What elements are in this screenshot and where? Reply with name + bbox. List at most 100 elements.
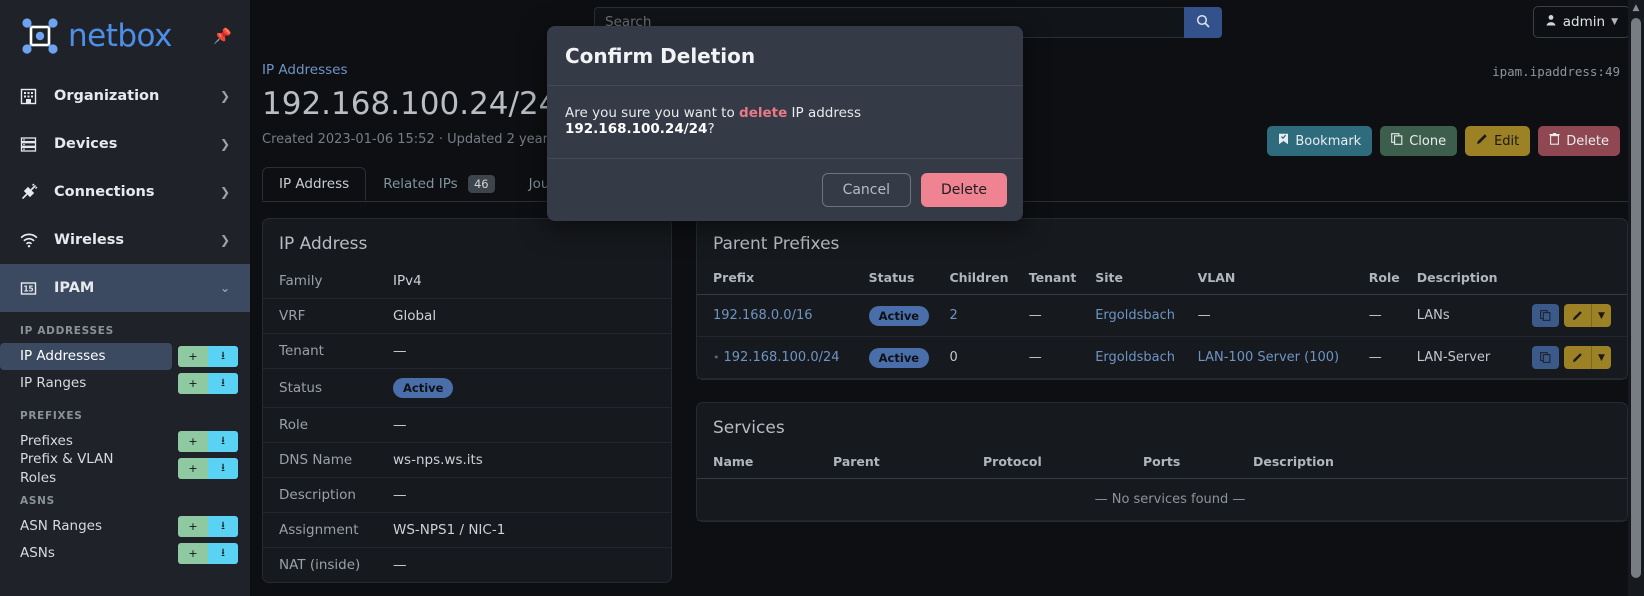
prefix-link[interactable]: 192.168.0.0/16 (713, 308, 813, 323)
field-value: — (383, 333, 671, 369)
modal-cancel-button[interactable]: Cancel (821, 173, 911, 207)
svg-text:5: 5 (28, 284, 33, 293)
assignment-link[interactable]: WS-NPS1 / NIC-1 (383, 512, 671, 548)
sidebar-item-ip-addresses[interactable]: IP Addresses (0, 343, 172, 370)
column-header-protocol[interactable]: Protocol (977, 448, 1137, 479)
plug-icon (20, 183, 42, 201)
delete-button[interactable]: Delete (1538, 126, 1620, 156)
modal-text-danger: delete (739, 105, 788, 121)
modal-header: Confirm Deletion (547, 26, 1023, 86)
sidebar-item-asns[interactable]: ASNs (0, 540, 172, 567)
clone-button[interactable]: Clone (1380, 126, 1458, 156)
field-label: Description (263, 477, 383, 513)
add-ip-range-button[interactable]: + (178, 373, 208, 394)
vlan-link[interactable]: LAN-100 Server (100) (1198, 350, 1340, 365)
cell-vlan: LAN-100 Server (100) (1191, 336, 1363, 379)
children-link[interactable]: 2 (949, 308, 957, 323)
sidebar-item-prefix-vlan-roles[interactable]: Prefix & VLAN Roles (0, 446, 172, 492)
add-ip-address-button[interactable]: + (178, 346, 208, 367)
add-asn-button[interactable]: + (178, 543, 208, 564)
column-header-children[interactable]: Children (943, 264, 1023, 295)
import-asn-button[interactable]: ⭳ (208, 543, 238, 564)
cell-status: Active (862, 294, 944, 337)
sidebar-group-organization[interactable]: Organization ❯ (0, 72, 250, 120)
row-actions-caret-down-icon[interactable]: ▼ (1591, 346, 1611, 369)
services-table: Name Parent Protocol Ports Description —… (697, 448, 1627, 521)
pin-icon[interactable]: 📌 (213, 27, 232, 45)
prefix-link[interactable]: 192.168.100.0/24 (724, 350, 840, 365)
cell-children: 2 (943, 294, 1023, 337)
tab-ip-address[interactable]: IP Address (262, 167, 367, 201)
field-label: Role (263, 407, 383, 443)
add-asn-range-button[interactable]: + (178, 516, 208, 537)
tab-related-ips[interactable]: Related IPs 46 (366, 167, 511, 201)
add-prefix-vlan-role-button[interactable]: + (178, 458, 208, 479)
field-label: Status (263, 368, 383, 408)
column-header-name[interactable]: Name (697, 448, 827, 479)
column-header-prefix[interactable]: Prefix (697, 264, 863, 295)
cell-children: 0 (943, 336, 1023, 379)
sidebar-item-asn-ranges[interactable]: ASN Ranges (0, 513, 172, 540)
modal-delete-button[interactable]: Delete (921, 173, 1007, 207)
cell-status: Active (862, 336, 944, 379)
copy-row-button[interactable] (1532, 304, 1559, 327)
sidebar-group-connections[interactable]: Connections ❯ (0, 168, 250, 216)
cell-site: Ergoldsbach (1089, 336, 1192, 379)
copy-row-button[interactable] (1532, 346, 1559, 369)
import-ip-address-button[interactable]: ⭳ (208, 346, 238, 367)
field-label: DNS Name (263, 442, 383, 478)
add-prefix-button[interactable]: + (178, 431, 208, 452)
cell-actions: ▼ (1514, 336, 1627, 379)
vertical-scrollbar[interactable]: ▲ (1628, 0, 1644, 596)
site-link[interactable]: Ergoldsbach (1095, 308, 1175, 323)
edit-row-button[interactable] (1564, 346, 1591, 369)
card-title: Parent Prefixes (713, 234, 840, 254)
sidebar-group-ipam[interactable]: 15 IPAM ⌄ (0, 264, 250, 312)
server-icon (20, 136, 42, 153)
table-empty-row: — No services found — (697, 478, 1627, 521)
field-value-wrapper: Active (383, 368, 671, 408)
sidebar-group-devices[interactable]: Devices ❯ (0, 120, 250, 168)
user-menu-button[interactable]: admin ▼ (1532, 6, 1630, 38)
tab-badge-count: 46 (467, 175, 495, 193)
column-header-parent[interactable]: Parent (827, 448, 977, 479)
search-button[interactable] (1184, 6, 1222, 38)
field-label: Tenant (263, 333, 383, 369)
sidebar-item-ip-ranges[interactable]: IP Ranges (0, 370, 172, 397)
cell-vlan: — (1191, 294, 1363, 337)
sidebar-section-title: PREFIXES (20, 410, 83, 422)
cell-description: LANs (1410, 294, 1515, 337)
parent-prefixes-table: Prefix Status Children Tenant Site VLAN … (697, 264, 1627, 379)
column-header-tenant[interactable]: Tenant (1022, 264, 1090, 295)
content-columns: IP Address Family IPv4 VRF Global Tenant… (262, 218, 1628, 583)
import-prefix-button[interactable]: ⭳ (208, 431, 238, 452)
import-asn-range-button[interactable]: ⭳ (208, 516, 238, 537)
column-header-status[interactable]: Status (862, 264, 944, 295)
scrollbar-thumb[interactable] (1631, 18, 1641, 578)
user-icon (1545, 14, 1557, 30)
site-link[interactable]: Ergoldsbach (1095, 350, 1175, 365)
column-header-role[interactable]: Role (1362, 264, 1411, 295)
row-actions-caret-down-icon[interactable]: ▼ (1591, 304, 1611, 327)
field-label: Assignment (263, 512, 383, 548)
status-badge: Active (868, 347, 930, 368)
bookmark-button[interactable]: Bookmark (1267, 126, 1373, 156)
brand-header[interactable]: netbox 📌 (0, 0, 250, 72)
import-ip-range-button[interactable]: ⭳ (208, 373, 238, 394)
sidebar-row: Prefix & VLAN Roles + ⭳ (0, 451, 250, 486)
tab-label: Related IPs (383, 176, 458, 192)
table-row: Status Active (263, 368, 671, 408)
column-header-description[interactable]: Description (1410, 264, 1515, 295)
cell-actions: ▼ (1514, 294, 1627, 337)
import-prefix-vlan-role-button[interactable]: ⭳ (208, 458, 238, 479)
right-column: Parent Prefixes Prefix Status Children T… (696, 218, 1628, 583)
column-header-site[interactable]: Site (1089, 264, 1192, 295)
column-header-vlan[interactable]: VLAN (1191, 264, 1363, 295)
scroll-up-caret-up-icon[interactable]: ▲ (1628, 0, 1644, 16)
column-header-ports[interactable]: Ports (1137, 448, 1247, 479)
column-header-description[interactable]: Description (1247, 448, 1627, 479)
edit-row-button[interactable] (1564, 304, 1591, 327)
netbox-logo-icon (18, 14, 62, 58)
sidebar-group-wireless[interactable]: Wireless ❯ (0, 216, 250, 264)
edit-button[interactable]: Edit (1465, 126, 1531, 156)
